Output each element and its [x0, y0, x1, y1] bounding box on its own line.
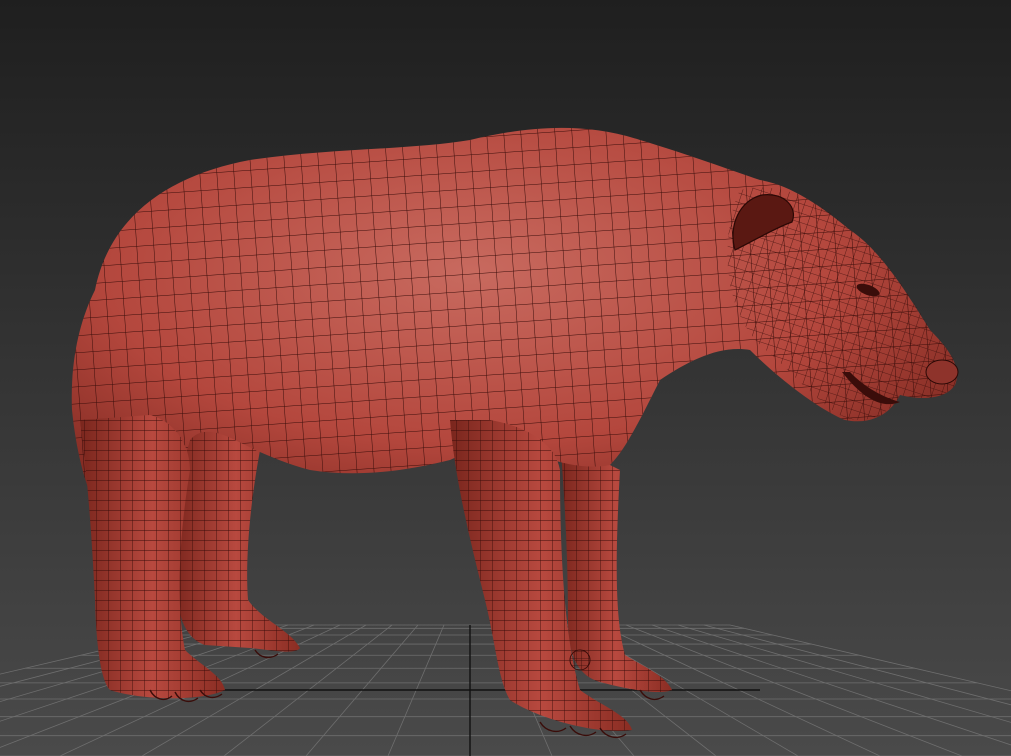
dewclaw	[569, 649, 591, 671]
3d-viewport[interactable]	[0, 0, 1011, 756]
viewport-canvas[interactable]	[0, 0, 1011, 756]
nose	[925, 359, 959, 385]
